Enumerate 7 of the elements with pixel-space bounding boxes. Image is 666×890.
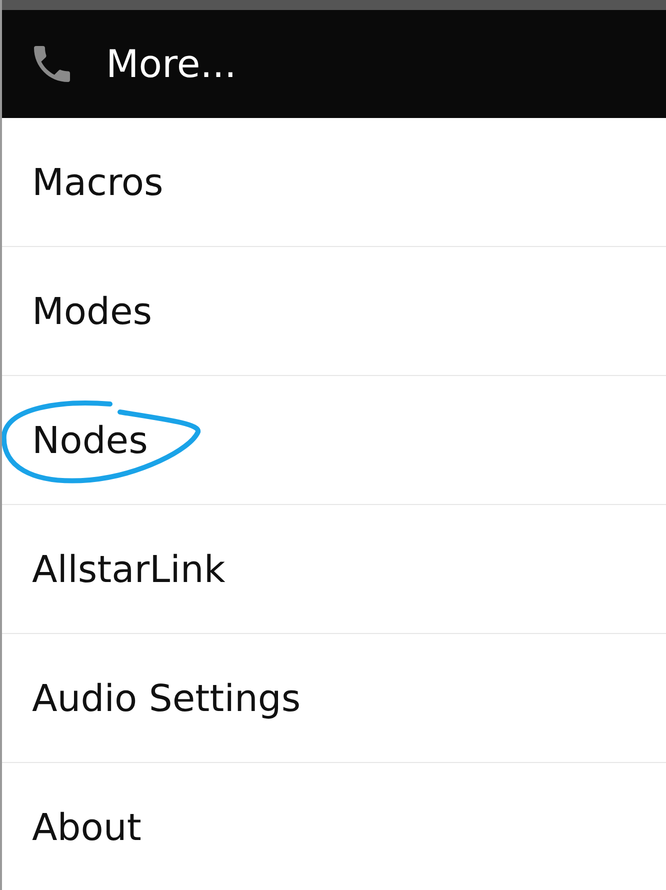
dialog-title: More... bbox=[106, 42, 236, 86]
menu-item[interactable]: Macros bbox=[2, 118, 666, 247]
menu-item[interactable]: AllstarLink bbox=[2, 505, 666, 634]
menu-item[interactable]: Nodes bbox=[2, 376, 666, 505]
menu-item[interactable]: Audio Settings bbox=[2, 634, 666, 763]
menu-item[interactable]: About bbox=[2, 763, 666, 890]
menu-item[interactable]: Modes bbox=[2, 247, 666, 376]
